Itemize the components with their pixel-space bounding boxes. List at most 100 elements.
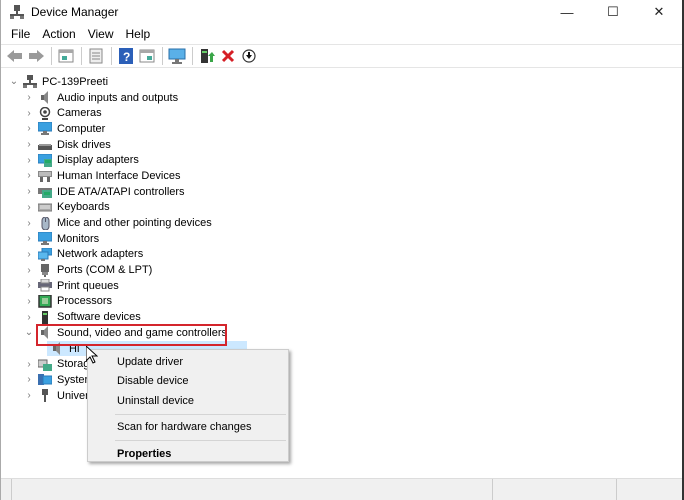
tree-root[interactable]: ⌄ PC-139Preeti: [1, 74, 682, 90]
chevron-right-icon[interactable]: ›: [23, 390, 35, 401]
storage-controller-icon: [37, 358, 52, 371]
category-label: Print queues: [57, 279, 119, 292]
chevron-right-icon[interactable]: ›: [23, 218, 35, 229]
minimize-button[interactable]: —: [544, 0, 590, 24]
menu-help[interactable]: Help: [120, 27, 157, 41]
chevron-right-icon[interactable]: ›: [23, 108, 35, 119]
category-label: Syster: [57, 373, 89, 386]
tree-category-software-devices[interactable]: › Software devices: [1, 309, 682, 325]
close-button[interactable]: ✕: [636, 0, 682, 24]
action-pane-icon: [139, 49, 155, 63]
status-cell: [11, 479, 492, 500]
chevron-right-icon[interactable]: ›: [23, 186, 35, 197]
chevron-right-icon[interactable]: ›: [23, 374, 35, 385]
chevron-down-icon[interactable]: ⌄: [8, 76, 20, 87]
category-label: IDE ATA/ATAPI controllers: [57, 185, 185, 198]
menu-action[interactable]: Action: [36, 27, 81, 41]
tree-category-hid[interactable]: › Human Interface Devices: [1, 168, 682, 184]
category-label: Processors: [57, 295, 113, 308]
toolbar-separator: [81, 47, 82, 65]
tree-category-ide[interactable]: › IDE ATA/ATAPI controllers: [1, 184, 682, 200]
tree-category-disk-drives[interactable]: › Disk drives: [1, 137, 682, 153]
chevron-right-icon[interactable]: ›: [23, 233, 35, 244]
tree-category-processors[interactable]: › Processors: [1, 294, 682, 310]
category-label: Software devices: [57, 311, 141, 324]
title-bar: Device Manager — ☐ ✕: [1, 0, 682, 24]
category-label: Mice and other pointing devices: [57, 217, 212, 230]
mouse-cursor-icon: [86, 346, 98, 364]
back-icon: [7, 50, 22, 62]
chevron-right-icon[interactable]: ›: [23, 92, 35, 103]
hid-icon: [38, 169, 52, 183]
port-icon: [38, 263, 52, 277]
chevron-right-icon[interactable]: ›: [23, 123, 35, 134]
download-icon: [242, 49, 256, 63]
category-label: Human Interface Devices: [57, 169, 181, 182]
device-manager-window: Device Manager — ☐ ✕ File Action View He…: [0, 0, 684, 500]
chevron-right-icon[interactable]: ›: [23, 202, 35, 213]
tree-category-keyboards[interactable]: › Keyboards: [1, 200, 682, 216]
chevron-right-icon[interactable]: ›: [23, 249, 35, 260]
action-pane-button[interactable]: [137, 46, 157, 66]
menu-view[interactable]: View: [82, 27, 120, 41]
update-driver-icon: [201, 49, 215, 63]
help-button[interactable]: ?: [116, 46, 136, 66]
uninstall-button[interactable]: [218, 46, 238, 66]
properties-button[interactable]: [86, 46, 106, 66]
tree-category-mice[interactable]: › Mice and other pointing devices: [1, 215, 682, 231]
toolbar-separator: [162, 47, 163, 65]
usb-icon: [38, 389, 52, 403]
maximize-icon: ☐: [607, 4, 619, 19]
menu-properties[interactable]: Properties: [88, 444, 288, 464]
update-driver-button[interactable]: [197, 46, 217, 66]
chevron-right-icon[interactable]: ›: [23, 139, 35, 150]
tree-category-audio[interactable]: › Audio inputs and outputs: [1, 90, 682, 106]
maximize-button[interactable]: ☐: [590, 0, 636, 24]
menu-file[interactable]: File: [5, 27, 36, 41]
chevron-right-icon[interactable]: ›: [23, 280, 35, 291]
scan-hardware-button[interactable]: [167, 46, 187, 66]
chevron-right-icon[interactable]: ›: [23, 312, 35, 323]
menu-disable-device[interactable]: Disable device: [88, 372, 288, 392]
toolbar-separator: [111, 47, 112, 65]
tree-category-print-queues[interactable]: › Print queues: [1, 278, 682, 294]
category-label: Display adapters: [57, 154, 139, 167]
display-adapter-icon: [37, 153, 53, 167]
scan-hardware-icon: [168, 48, 186, 64]
status-cell: [616, 479, 682, 500]
chevron-down-icon[interactable]: ⌄: [23, 327, 35, 338]
tree-category-display-adapters[interactable]: › Display adapters: [1, 152, 682, 168]
chevron-right-icon[interactable]: ›: [23, 296, 35, 307]
toolbar-separator: [192, 47, 193, 65]
chevron-right-icon[interactable]: ›: [23, 265, 35, 276]
menu-update-driver[interactable]: Update driver: [88, 352, 288, 372]
tree-category-cameras[interactable]: › Cameras: [1, 105, 682, 121]
disk-drive-icon: [38, 138, 52, 151]
annotation-highlight-box: [36, 324, 227, 346]
tree-category-computer[interactable]: › Computer: [1, 121, 682, 137]
forward-icon: [29, 50, 44, 62]
help-icon: ?: [119, 48, 133, 64]
tree-category-monitors[interactable]: › Monitors: [1, 231, 682, 247]
toolbar-separator: [51, 47, 52, 65]
system-device-icon: [38, 373, 53, 386]
menu-scan-hardware[interactable]: Scan for hardware changes: [88, 418, 288, 438]
mouse-icon: [38, 216, 52, 231]
tree-category-network[interactable]: › Network adapters: [1, 247, 682, 263]
category-label: Keyboards: [57, 201, 110, 214]
tree-category-ports[interactable]: › Ports (COM & LPT): [1, 262, 682, 278]
network-adapter-icon: [37, 247, 53, 261]
menu-bar: File Action View Help: [1, 24, 682, 44]
enable-device-button[interactable]: [239, 46, 259, 66]
forward-button[interactable]: [26, 46, 46, 66]
monitor-icon: [37, 231, 53, 246]
ide-controller-icon: [38, 185, 52, 199]
show-hide-console-tree-button[interactable]: [56, 46, 76, 66]
chevron-right-icon[interactable]: ›: [23, 170, 35, 181]
back-button[interactable]: [5, 46, 25, 66]
menu-uninstall-device[interactable]: Uninstall device: [88, 391, 288, 411]
status-cell: [1, 479, 11, 500]
chevron-right-icon[interactable]: ›: [23, 359, 35, 370]
keyboard-icon: [37, 201, 53, 214]
chevron-right-icon[interactable]: ›: [23, 155, 35, 166]
